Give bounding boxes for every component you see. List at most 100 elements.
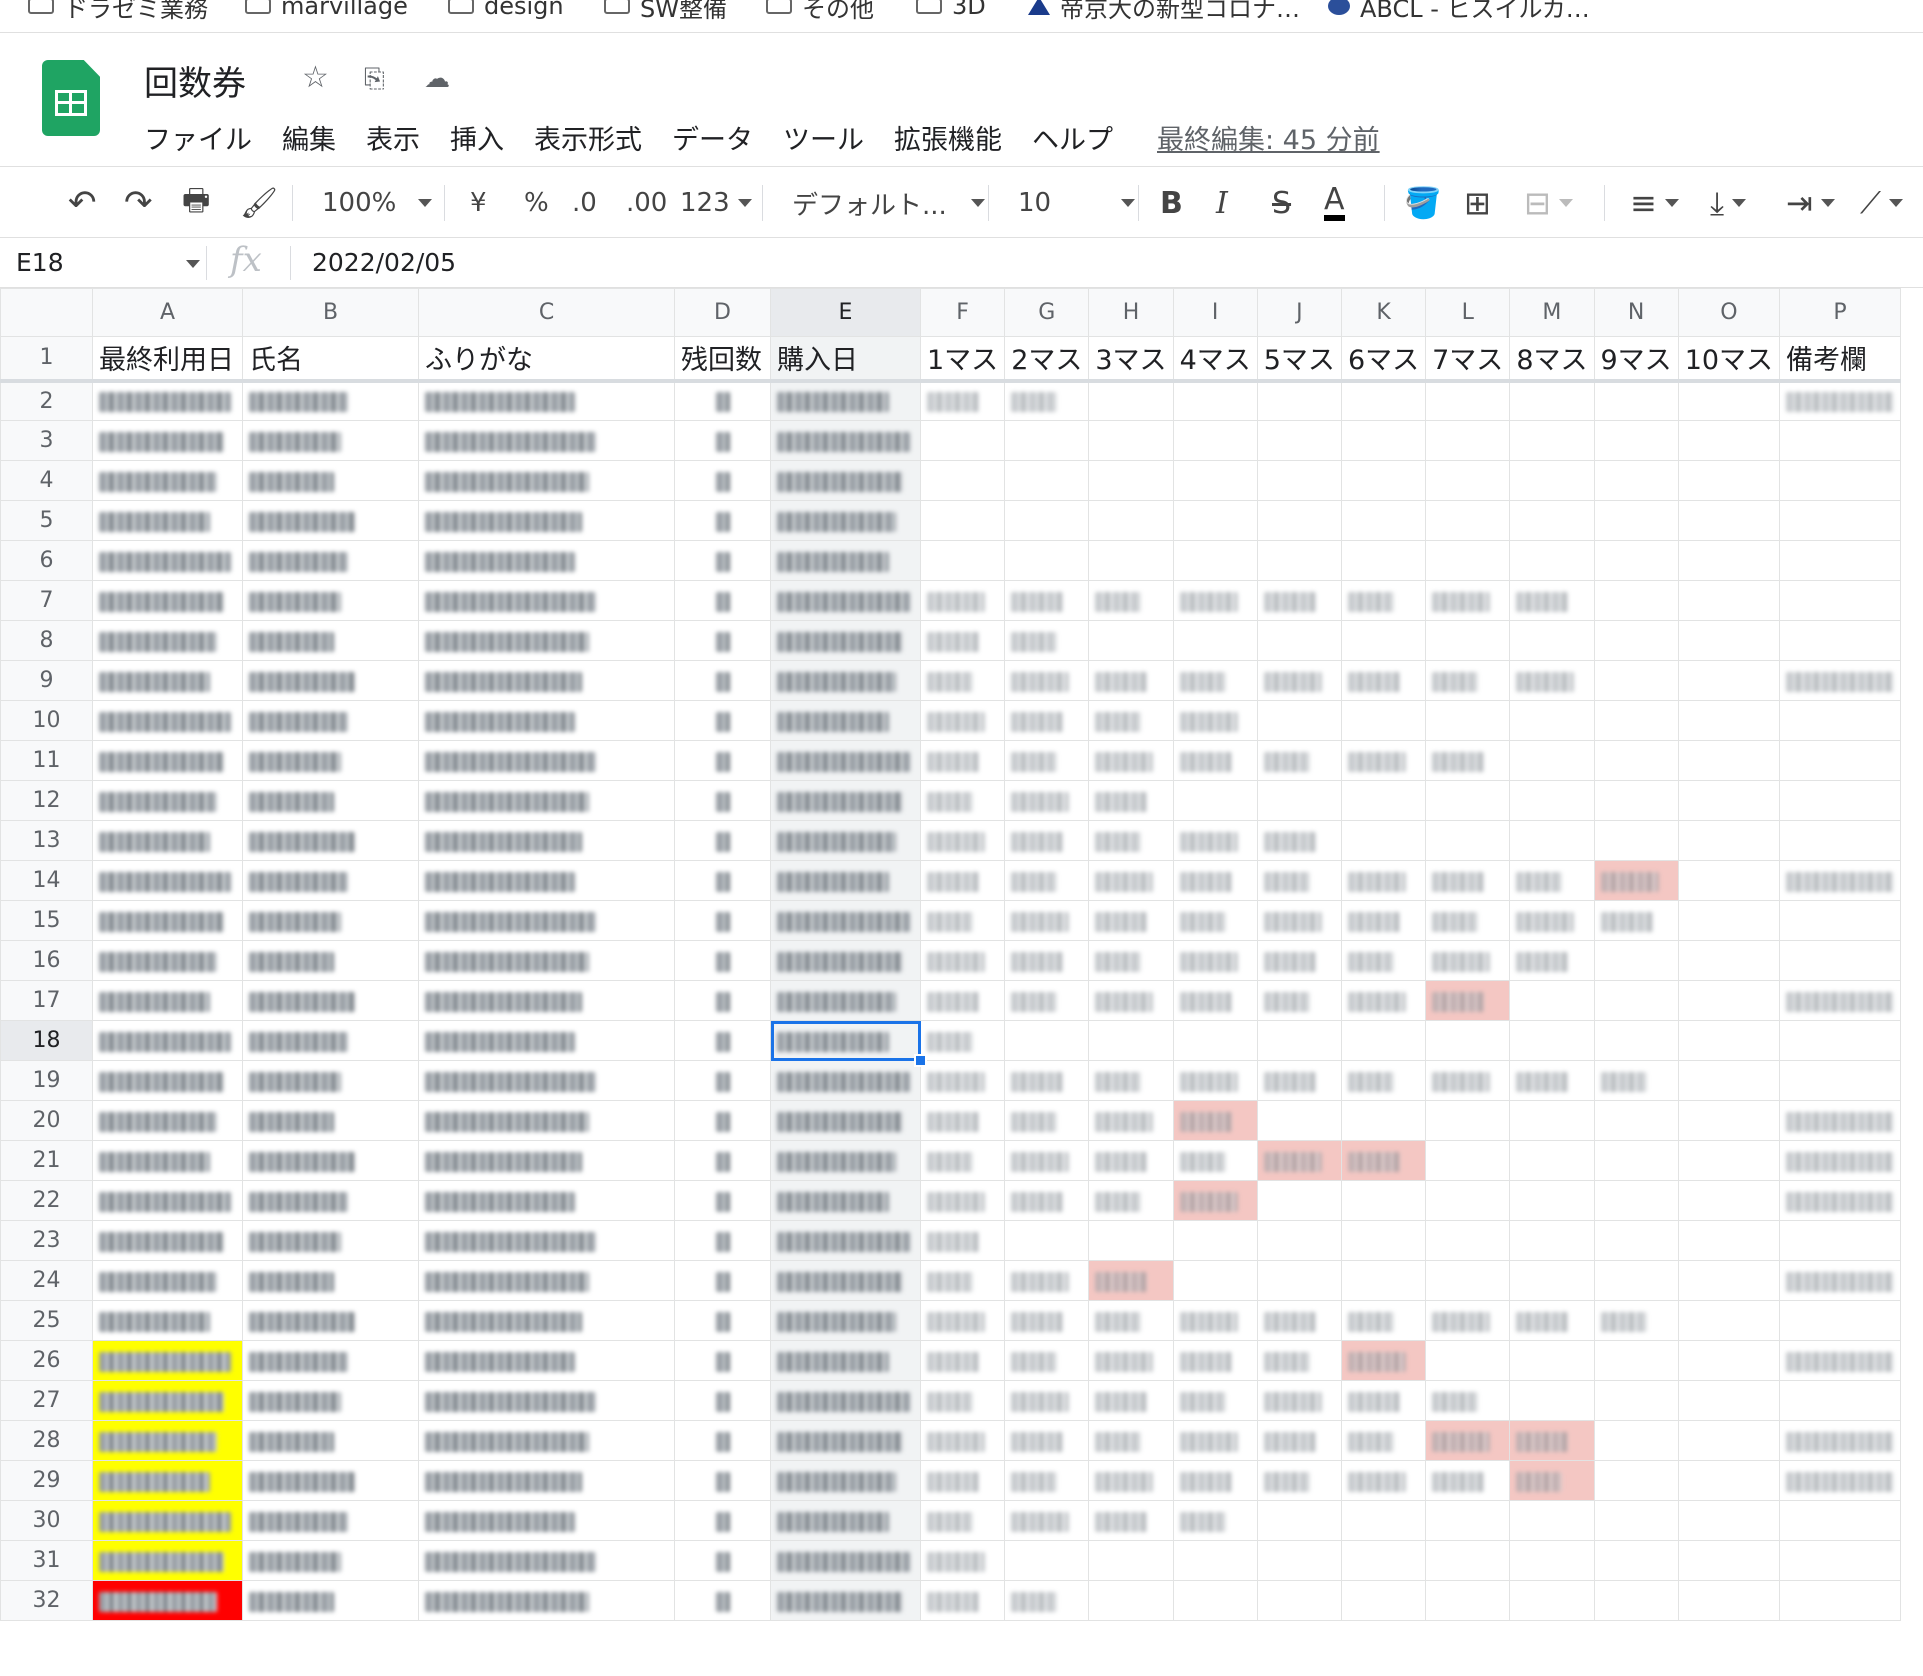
cell[interactable] xyxy=(418,1140,675,1181)
cell[interactable] xyxy=(919,1380,1006,1421)
cell[interactable] xyxy=(1779,540,1902,581)
cell[interactable] xyxy=(1004,1260,1090,1301)
row-header[interactable]: 10 xyxy=(0,700,93,741)
header-cell[interactable]: 2マス xyxy=(1004,336,1090,383)
row-header[interactable]: 1 xyxy=(0,336,93,383)
cell[interactable] xyxy=(242,700,419,741)
cell[interactable] xyxy=(92,1500,243,1541)
cell[interactable] xyxy=(1509,940,1595,981)
cell[interactable] xyxy=(1004,900,1090,941)
cell[interactable] xyxy=(770,980,921,1021)
currency-format-button[interactable]: ¥ xyxy=(470,167,487,239)
cell[interactable] xyxy=(92,740,243,781)
cell[interactable] xyxy=(1172,1380,1258,1421)
cell[interactable] xyxy=(1172,660,1258,701)
cell[interactable] xyxy=(92,900,243,941)
cell[interactable] xyxy=(1593,1300,1679,1341)
cell[interactable] xyxy=(1340,1020,1427,1061)
cell[interactable] xyxy=(1172,860,1258,901)
cell[interactable] xyxy=(919,700,1006,741)
cell[interactable] xyxy=(92,860,243,901)
row-header[interactable]: 5 xyxy=(0,500,93,541)
cell[interactable] xyxy=(1593,1340,1679,1381)
cell[interactable] xyxy=(770,580,921,621)
cell[interactable] xyxy=(1779,1180,1902,1221)
cell[interactable] xyxy=(1677,940,1781,981)
cell[interactable] xyxy=(1593,620,1679,661)
menu-format[interactable]: 表示形式 xyxy=(534,118,642,157)
cell[interactable] xyxy=(1256,740,1342,781)
cell[interactable] xyxy=(1425,1020,1511,1061)
cell[interactable] xyxy=(92,380,243,421)
cell[interactable] xyxy=(242,780,419,821)
header-cell[interactable]: ふりがな xyxy=(418,336,675,383)
cell[interactable] xyxy=(92,1460,243,1501)
cell[interactable] xyxy=(92,1300,243,1341)
cell[interactable] xyxy=(418,380,675,421)
cell[interactable] xyxy=(1425,1540,1511,1581)
cell[interactable] xyxy=(1340,860,1427,901)
cell[interactable] xyxy=(1425,900,1511,941)
cell[interactable] xyxy=(92,1060,243,1101)
cell[interactable] xyxy=(1004,1340,1090,1381)
print-icon[interactable]: 🖶 xyxy=(182,167,210,239)
column-header[interactable]: G xyxy=(1004,288,1090,337)
undo-icon[interactable]: ↶ xyxy=(68,167,97,239)
cell[interactable] xyxy=(1256,1140,1342,1181)
fill-color-icon[interactable]: 🪣 xyxy=(1404,167,1441,239)
cell[interactable] xyxy=(674,700,771,741)
cell[interactable] xyxy=(1088,940,1174,981)
cell[interactable] xyxy=(674,1540,771,1581)
cell[interactable] xyxy=(1004,980,1090,1021)
cell[interactable] xyxy=(1677,860,1781,901)
cell[interactable] xyxy=(919,1260,1006,1301)
menu-data[interactable]: データ xyxy=(672,118,753,157)
cell[interactable] xyxy=(1340,500,1427,541)
cell[interactable] xyxy=(1172,820,1258,861)
cell[interactable] xyxy=(1256,1500,1342,1541)
cell[interactable] xyxy=(1425,1580,1511,1621)
cell[interactable] xyxy=(1425,1500,1511,1541)
cell[interactable] xyxy=(674,1460,771,1501)
cell[interactable] xyxy=(242,1060,419,1101)
cell[interactable] xyxy=(1088,820,1174,861)
cell[interactable] xyxy=(1004,1420,1090,1461)
cell[interactable] xyxy=(1004,740,1090,781)
cell[interactable] xyxy=(1340,1060,1427,1101)
cell[interactable] xyxy=(1340,1260,1427,1301)
cell[interactable] xyxy=(1004,660,1090,701)
cell[interactable] xyxy=(919,1140,1006,1181)
cell[interactable] xyxy=(242,1540,419,1581)
row-header[interactable]: 27 xyxy=(0,1380,93,1421)
cell[interactable] xyxy=(1172,1500,1258,1541)
cell[interactable] xyxy=(674,540,771,581)
cell[interactable] xyxy=(1004,420,1090,461)
cell[interactable] xyxy=(1509,700,1595,741)
cell[interactable] xyxy=(1256,460,1342,501)
bookmark-item[interactable]: 3D xyxy=(916,0,986,20)
cell[interactable] xyxy=(1593,1140,1679,1181)
cell[interactable] xyxy=(1004,820,1090,861)
cell[interactable] xyxy=(1509,1100,1595,1141)
cell[interactable] xyxy=(242,980,419,1021)
cell[interactable] xyxy=(1088,1060,1174,1101)
row-header[interactable]: 32 xyxy=(0,1580,93,1621)
cell[interactable] xyxy=(1004,1500,1090,1541)
cell[interactable] xyxy=(674,1380,771,1421)
cell[interactable] xyxy=(1172,1580,1258,1621)
cell[interactable] xyxy=(1256,1340,1342,1381)
cell[interactable] xyxy=(1340,940,1427,981)
cell[interactable] xyxy=(1509,1580,1595,1621)
cell[interactable] xyxy=(1593,460,1679,501)
cell[interactable] xyxy=(919,580,1006,621)
cell[interactable] xyxy=(92,1180,243,1221)
cell[interactable] xyxy=(1779,900,1902,941)
cell[interactable] xyxy=(770,660,921,701)
cell[interactable] xyxy=(1256,860,1342,901)
cell[interactable] xyxy=(418,860,675,901)
cell[interactable] xyxy=(92,460,243,501)
cell[interactable] xyxy=(1004,1380,1090,1421)
cell[interactable] xyxy=(1004,460,1090,501)
cell[interactable] xyxy=(1340,700,1427,741)
star-icon[interactable]: ☆ xyxy=(302,60,329,95)
